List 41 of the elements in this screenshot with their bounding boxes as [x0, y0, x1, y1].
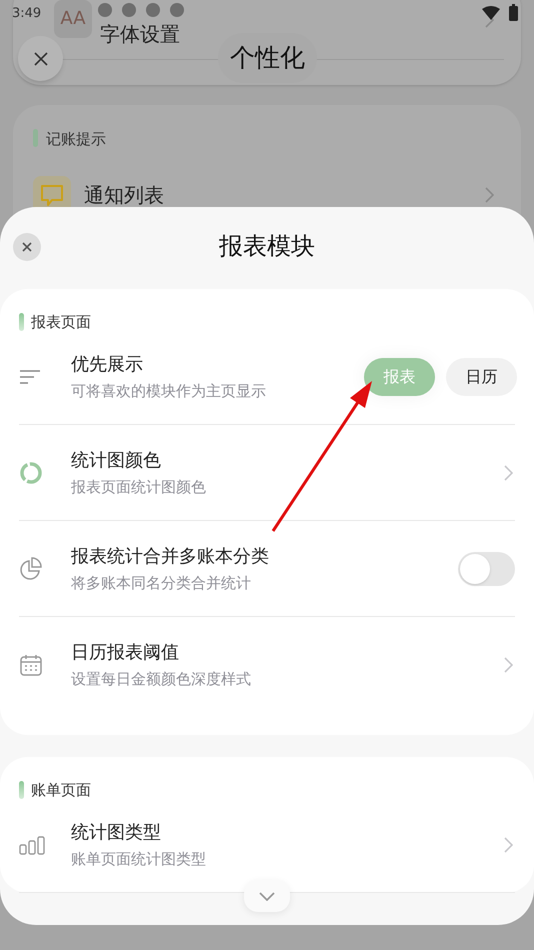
settings-row[interactable]: 报表统计合并多账本分类 将多账本同名分类合并统计: [19, 521, 515, 617]
section-marker: [19, 313, 24, 331]
sheet-title: 报表模块: [219, 231, 315, 262]
bar-chart-icon: [19, 834, 45, 854]
chevron-right-icon: [504, 836, 513, 852]
settings-row[interactable]: 统计图颜色 报表页面统计图颜色: [19, 425, 515, 521]
row-title: 优先展示: [71, 352, 144, 377]
battery-icon: [509, 4, 518, 21]
row-title: 报表统计合并多账本分类: [71, 544, 270, 569]
row-title: 统计图颜色: [71, 448, 162, 473]
toggle-switch[interactable]: [458, 552, 515, 586]
row-label: 通知列表: [84, 182, 164, 209]
row-label: 字体设置: [100, 22, 180, 46]
row-subtitle: 设置每日金额颜色深度样式: [71, 669, 252, 690]
chevron-down-icon: [259, 892, 275, 900]
pie-chart-icon: [19, 556, 43, 580]
chevron-right-icon: [485, 187, 494, 203]
calendar-icon: [19, 653, 43, 677]
font-size-icon: AA: [54, 0, 92, 38]
chevron-right-icon: [504, 657, 513, 673]
section-title: 报表页面: [31, 312, 91, 333]
status-time: 3:49: [12, 5, 42, 23]
list-lines-icon: [19, 370, 41, 384]
row-subtitle: 将多账本同名分类合并统计: [71, 572, 252, 594]
close-button[interactable]: [13, 233, 41, 261]
section-title: 记账提示: [46, 129, 106, 150]
settings-row[interactable]: 日历报表阈值 设置每日金额颜色深度样式: [19, 617, 515, 713]
close-icon: [22, 242, 32, 252]
option-button[interactable]: 日历: [446, 358, 517, 396]
chevron-right-icon: [504, 464, 513, 480]
row-subtitle: 报表页面统计图颜色: [71, 476, 207, 498]
section-marker: [19, 781, 24, 799]
chevron-right-icon: [485, 12, 494, 28]
section-marker: [33, 129, 38, 147]
ring-icon: [19, 460, 43, 484]
row-subtitle: 账单页面统计图类型: [71, 848, 207, 870]
row-subtitle: 可将喜欢的模块作为主页显示: [71, 380, 267, 402]
close-icon: [34, 52, 48, 66]
wifi-icon: [482, 6, 500, 20]
row-title: 统计图类型: [71, 820, 162, 845]
row-title: 日历报表阈值: [71, 641, 180, 666]
